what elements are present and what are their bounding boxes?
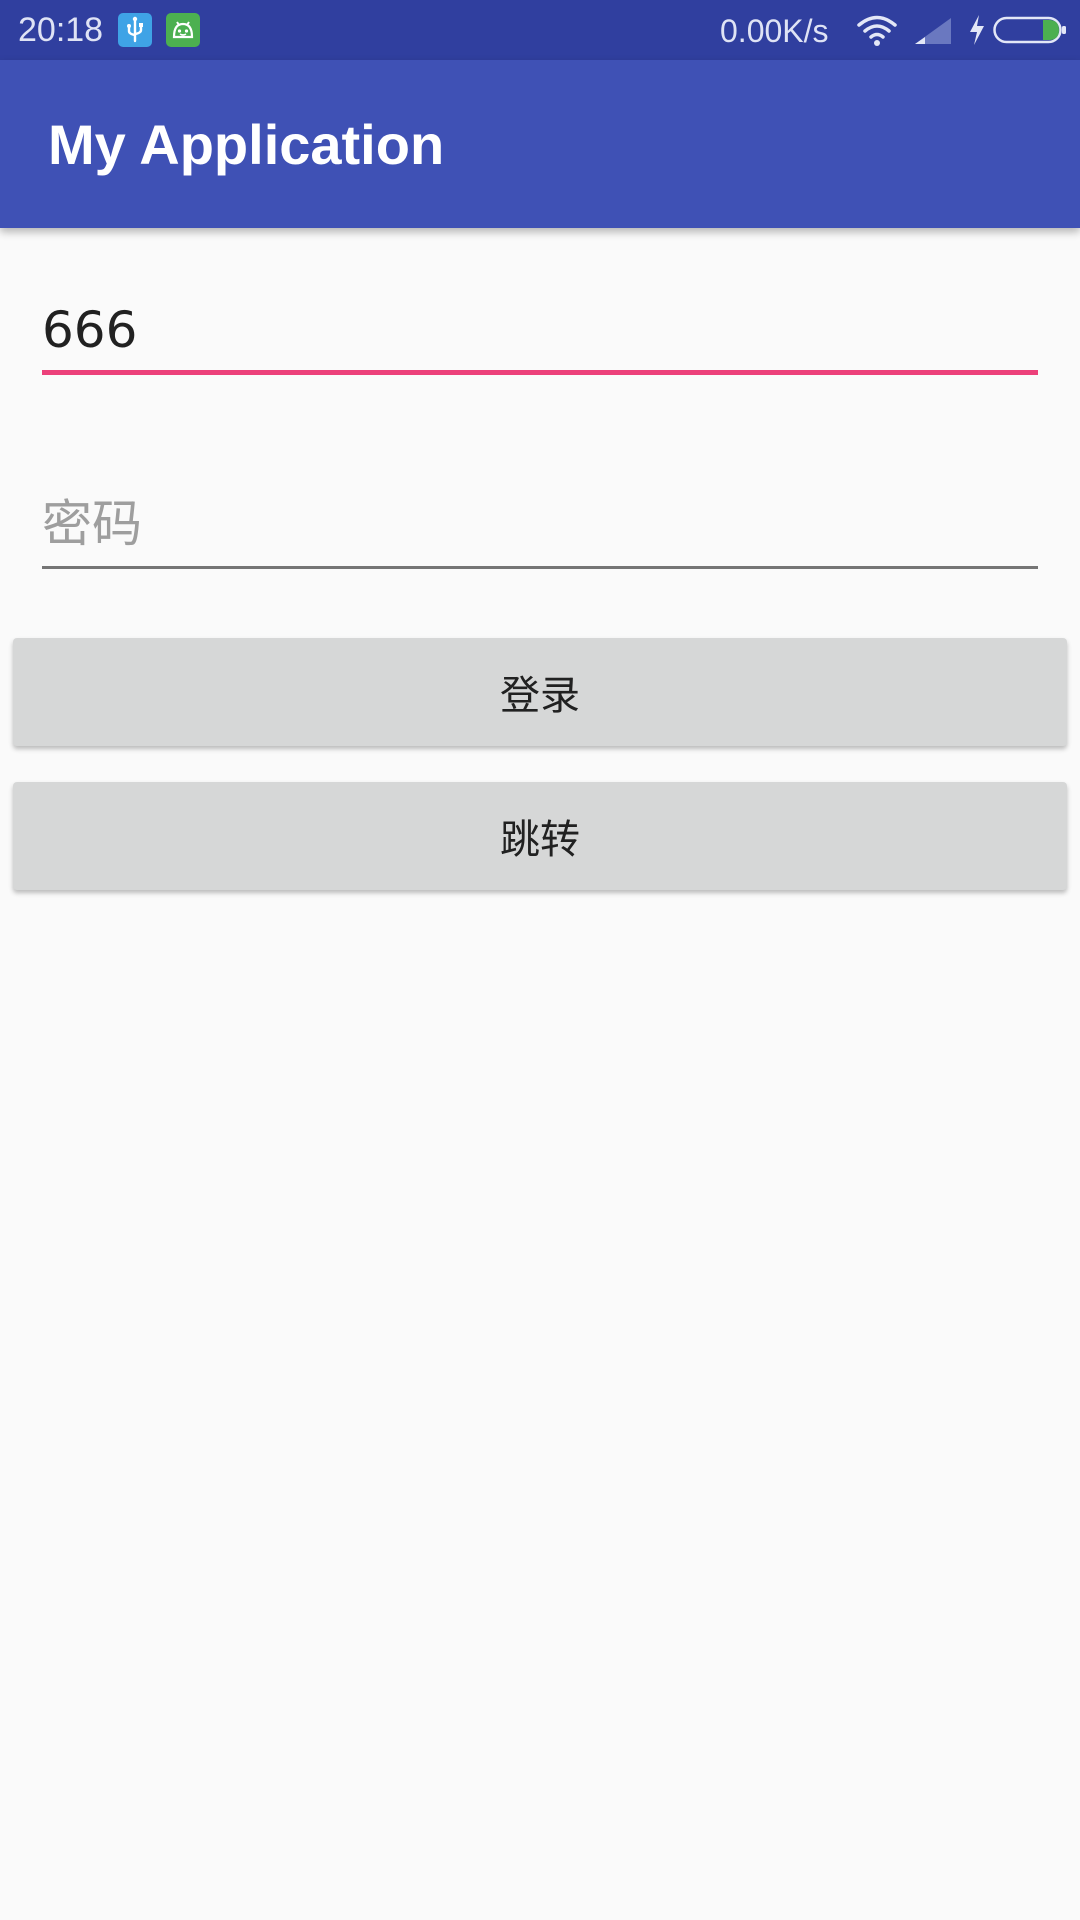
app-title: My Application [48,113,445,176]
username-field[interactable] [42,290,1038,375]
password-field[interactable] [42,484,1038,569]
username-input[interactable] [42,290,1038,370]
charging-icon [967,14,987,50]
android-icon [166,13,200,47]
jump-button[interactable]: 跳转 [13,782,1067,890]
wifi-icon [855,12,899,52]
network-speed: 0.00K/s [720,13,829,49]
status-bar: 20:18 0.00K/s [0,0,1080,60]
signal-icon [913,16,953,50]
password-underline [42,566,1038,569]
battery-icon [993,15,1069,49]
status-time: 20:18 [18,11,104,49]
app-bar: My Application [0,60,1080,228]
username-underline [42,370,1038,375]
login-button[interactable]: 登录 [13,638,1067,746]
password-input[interactable] [42,484,1038,564]
usb-icon [118,13,152,47]
